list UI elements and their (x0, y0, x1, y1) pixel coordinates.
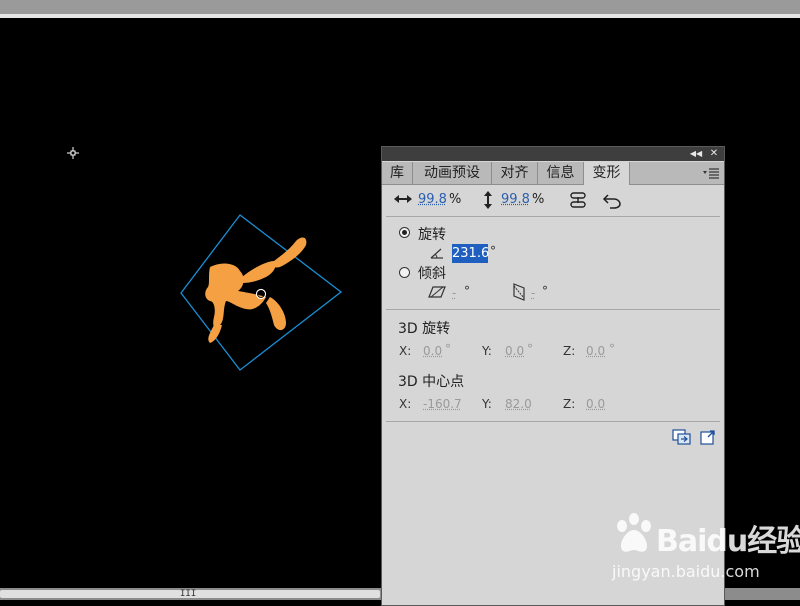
rotation3d-label: 3D 旋转 (398, 321, 451, 337)
skew-vertical-icon (513, 283, 525, 301)
tab-align[interactable]: 对齐 (492, 162, 538, 184)
rotation3d-x-unit: ° (445, 342, 451, 356)
center3d-label: 3D 中心点 (398, 374, 465, 390)
rotation3d-y-value[interactable]: 0.0 (505, 344, 524, 358)
rotation3d-x-label: X: (399, 344, 412, 358)
skew-vertical-value[interactable]: - (531, 286, 535, 300)
scale-height-value[interactable]: 99.8 (501, 192, 530, 207)
scale-width-icon (394, 195, 412, 203)
divider (386, 421, 720, 422)
skew-label: 倾斜 (418, 266, 446, 282)
rotation3d-z-unit: ° (609, 342, 615, 356)
watermark-brand: Baidu经验 (656, 524, 800, 559)
skew-radio[interactable] (399, 267, 410, 278)
divider (386, 216, 720, 217)
skew-horizontal-icon (428, 286, 446, 298)
paw-logo-icon (617, 513, 651, 552)
rotate-angle-input[interactable]: 231.6 (452, 244, 489, 263)
rotate-unit: ° (490, 244, 496, 258)
panel-menu-icon[interactable] (702, 166, 720, 180)
panel-titlebar[interactable] (382, 147, 724, 161)
duplicate-transform-icon[interactable] (672, 429, 692, 445)
constrain-link-icon[interactable] (569, 191, 587, 209)
divider (386, 309, 720, 310)
reset-scale-icon[interactable] (602, 191, 622, 209)
panel-tabs: 库 动画预设 对齐 信息 变形 (382, 162, 724, 185)
scale-height-icon (484, 191, 492, 209)
scrollbar-grip[interactable]: III (180, 588, 196, 600)
rotate-label: 旋转 (418, 227, 446, 243)
rotation3d-y-label: Y: (482, 344, 492, 358)
selected-shape[interactable] (170, 205, 360, 385)
center3d-y-label: Y: (482, 397, 492, 411)
rotate-radio[interactable] (399, 227, 410, 238)
skew-horizontal-unit: ° (464, 284, 470, 298)
center3d-x-label: X: (399, 397, 412, 411)
skew-vertical-unit: ° (542, 284, 548, 298)
close-panel-icon[interactable]: ✕ (707, 147, 721, 161)
transform-bounding-box (180, 214, 343, 371)
reset-transform-icon[interactable] (700, 429, 716, 445)
rotate-angle-icon (430, 248, 443, 259)
scale-height-unit: % (532, 192, 545, 207)
rotation3d-x-value[interactable]: 0.0 (423, 344, 442, 358)
rotation3d-z-value[interactable]: 0.0 (586, 344, 605, 358)
skew-horizontal-value[interactable]: - (452, 286, 456, 300)
scale-width-unit: % (449, 192, 462, 207)
center3d-z-value[interactable]: 0.0 (586, 397, 605, 411)
baidu-watermark: Baidu经验 jingyan.baidu.com (612, 510, 800, 590)
tab-motion-presets[interactable]: 动画预设 (413, 162, 492, 184)
collapse-panel-icon[interactable]: ◀◀ (688, 147, 704, 161)
tab-library[interactable]: 库 (382, 162, 413, 184)
rotation3d-y-unit: ° (527, 342, 533, 356)
registration-crosshair-icon (67, 147, 79, 159)
center3d-z-label: Z: (563, 397, 576, 411)
tab-transform[interactable]: 变形 (584, 162, 630, 185)
center3d-x-value[interactable]: -160.7 (423, 397, 462, 411)
rotation3d-z-label: Z: (563, 344, 576, 358)
brush-shape (205, 237, 307, 343)
watermark-url: jingyan.baidu.com (612, 562, 760, 581)
scale-width-value[interactable]: 99.8 (418, 192, 447, 207)
tab-info[interactable]: 信息 (538, 162, 584, 184)
center3d-y-value[interactable]: 82.0 (505, 397, 532, 411)
